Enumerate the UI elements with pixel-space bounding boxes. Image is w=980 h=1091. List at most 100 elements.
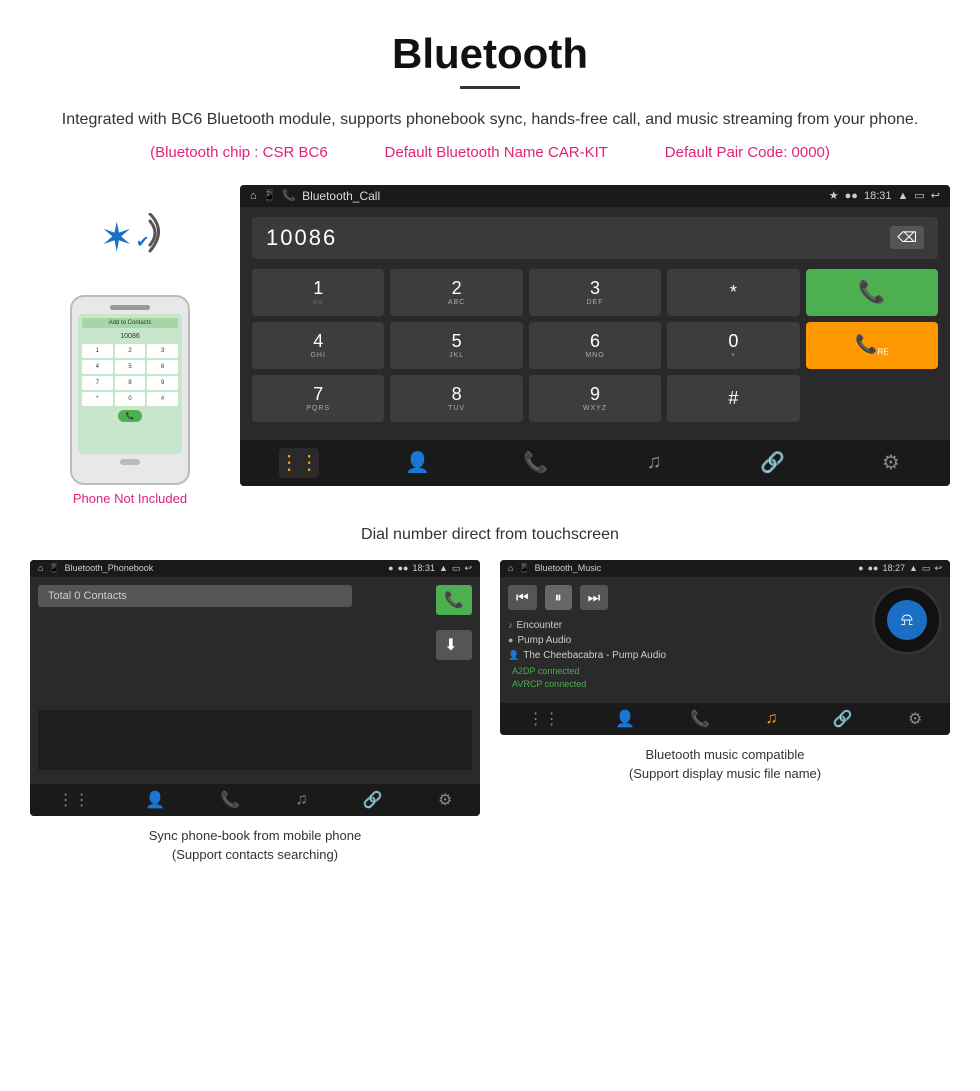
pb-nav-contacts[interactable]: 👤 bbox=[145, 790, 165, 810]
a2dp-status: A2DP connected bbox=[508, 666, 942, 676]
music-statusbar: ⌂ 📱 Bluetooth_Music ● ●● 18:27 ▲ ▭ ↩ bbox=[500, 560, 950, 577]
phone-home-button bbox=[120, 459, 140, 465]
phone-key-7: 7 bbox=[82, 376, 113, 390]
phone-dialpad: 1 2 3 4 5 6 7 8 9 * 0 # bbox=[82, 344, 178, 406]
ms-nav-call[interactable]: 📞 bbox=[690, 709, 710, 729]
bluetooth-status-icon: ★ bbox=[829, 189, 839, 202]
phone-screen: Add to Contacts 10086 1 2 3 4 5 6 7 8 9 … bbox=[78, 314, 182, 454]
key-0[interactable]: 0 + bbox=[667, 322, 799, 369]
phone-call-button: 📞 bbox=[118, 410, 143, 422]
pb-bt-icon: ● bbox=[388, 563, 393, 574]
pb-time: 18:31 bbox=[412, 563, 435, 574]
ms-nav-contacts[interactable]: 👤 bbox=[615, 709, 635, 729]
phone-key-8: 8 bbox=[115, 376, 146, 390]
phonebook-empty-area bbox=[38, 710, 472, 770]
expand-icon: ▲ bbox=[897, 190, 908, 202]
car-screen-main: ⌂ 📱 📞 Bluetooth_Call ★ ●● 18:31 ▲ ▭ ↩ 10… bbox=[240, 185, 950, 486]
nav-contacts[interactable]: 👤 bbox=[397, 448, 437, 478]
phone-key-hash: # bbox=[147, 392, 178, 406]
bluetooth-icon: ✶ bbox=[100, 215, 134, 261]
car-app-name: Bluetooth_Call bbox=[302, 189, 380, 203]
car-statusbar: ⌂ 📱 📞 Bluetooth_Call ★ ●● 18:31 ▲ ▭ ↩ bbox=[240, 185, 950, 207]
pb-nav-settings[interactable]: ⚙ bbox=[438, 790, 452, 810]
phonebook-screen: ⌂ 📱 Bluetooth_Phonebook ● ●● 18:31 ▲ ▭ ↩… bbox=[30, 560, 480, 816]
ms-nav-music[interactable]: ♫ bbox=[765, 710, 777, 728]
call-button[interactable]: 📞 bbox=[806, 269, 938, 316]
phone-key-5: 5 bbox=[115, 360, 146, 374]
track-name-3: The Cheebacabra - Pump Audio bbox=[523, 650, 666, 661]
phonebook-statusbar: ⌂ 📱 Bluetooth_Phonebook ● ●● 18:31 ▲ ▭ ↩ bbox=[30, 560, 480, 577]
phonebook-caption: Sync phone-book from mobile phone (Suppo… bbox=[149, 826, 361, 865]
pb-status-right: ● ●● 18:31 ▲ ▭ ↩ bbox=[388, 563, 472, 574]
track-icon-2: ● bbox=[508, 635, 513, 645]
key-9[interactable]: 9 WXYZ bbox=[529, 375, 661, 422]
back-icon: ↩ bbox=[931, 189, 940, 202]
phone-side: ✶ ✔ Add to Contacts 10086 1 2 3 4 bbox=[30, 185, 230, 506]
nav-music[interactable]: ♫ bbox=[634, 448, 674, 478]
ms-nav-dialpad[interactable]: ⋮⋮ bbox=[528, 709, 560, 729]
nav-call[interactable]: 📞 bbox=[516, 448, 556, 478]
keypad-grid: 1 ○○ 2 ABC 3 DEF * 📞 bbox=[252, 269, 938, 422]
phone-key-star: * bbox=[82, 392, 113, 406]
pb-nav-link[interactable]: 🔗 bbox=[363, 790, 383, 810]
key-5[interactable]: 5 JKL bbox=[390, 322, 522, 369]
nav-settings[interactable]: ⚙ bbox=[871, 448, 911, 478]
ms-bt-icon: ● bbox=[858, 563, 863, 574]
phonebook-search[interactable]: Total 0 Contacts bbox=[38, 585, 352, 607]
title-underline bbox=[460, 86, 520, 89]
track-icon-3: 👤 bbox=[508, 650, 519, 661]
key-6[interactable]: 6 MNO bbox=[529, 322, 661, 369]
signal-dots-icon: ●● bbox=[845, 190, 858, 202]
play-button[interactable]: ⏸ bbox=[545, 585, 572, 610]
main-caption: Dial number direct from touchscreen bbox=[0, 516, 980, 560]
key-4[interactable]: 4 GHI bbox=[252, 322, 384, 369]
pb-expand-icon: ▲ bbox=[439, 563, 448, 574]
recall-button[interactable]: 📞RE bbox=[806, 322, 938, 369]
backspace-button[interactable]: ⌫ bbox=[890, 226, 924, 249]
key-1[interactable]: 1 ○○ bbox=[252, 269, 384, 316]
pb-nav-call[interactable]: 📞 bbox=[220, 790, 240, 810]
svg-text:✔: ✔ bbox=[136, 234, 149, 251]
spec-chip: (Bluetooth chip : CSR BC6 bbox=[150, 144, 328, 161]
key-3[interactable]: 3 DEF bbox=[529, 269, 661, 316]
music-panel: ⌂ 📱 Bluetooth_Music ● ●● 18:27 ▲ ▭ ↩ ⏮ ⏸… bbox=[500, 560, 950, 865]
spec-code: Default Pair Code: 0000) bbox=[665, 144, 830, 161]
phonebook-panel: ⌂ 📱 Bluetooth_Phonebook ● ●● 18:31 ▲ ▭ ↩… bbox=[30, 560, 480, 865]
ms-app-name: Bluetooth_Music bbox=[535, 563, 602, 573]
bottom-panels: ⌂ 📱 Bluetooth_Phonebook ● ●● 18:31 ▲ ▭ ↩… bbox=[0, 560, 980, 885]
phonebook-download-button[interactable]: ⬇ bbox=[436, 630, 472, 660]
music-content: ⏮ ⏸ ⏭ ⍾ ♪ Encounter ● Pump Audio bbox=[500, 577, 950, 697]
phone-key-6: 6 bbox=[147, 360, 178, 374]
phone-speaker bbox=[110, 305, 150, 310]
nav-link[interactable]: 🔗 bbox=[752, 448, 792, 478]
pb-nav-dialpad[interactable]: ⋮⋮ bbox=[58, 790, 90, 810]
page-title: Bluetooth bbox=[60, 30, 920, 78]
nav-dialpad[interactable]: ⋮⋮ bbox=[279, 448, 319, 478]
prev-button[interactable]: ⏮ bbox=[508, 585, 537, 610]
track-name-2: Pump Audio bbox=[517, 635, 571, 646]
key-7[interactable]: 7 PQRS bbox=[252, 375, 384, 422]
phonebook-content: Total 0 Contacts 📞 ⬇ bbox=[30, 577, 480, 778]
pb-home-icon: ⌂ bbox=[38, 563, 43, 573]
next-button[interactable]: ⏭ bbox=[580, 585, 609, 610]
dial-number: 10086 bbox=[266, 225, 337, 251]
ms-nav-settings[interactable]: ⚙ bbox=[908, 709, 922, 729]
window-icon: ▭ bbox=[914, 189, 924, 202]
key-empty bbox=[806, 375, 938, 422]
phone-key-9: 9 bbox=[147, 376, 178, 390]
ms-signal-dots: ●● bbox=[868, 563, 879, 574]
page-specs: (Bluetooth chip : CSR BC6 Default Blueto… bbox=[60, 141, 920, 165]
ms-nav-link[interactable]: 🔗 bbox=[833, 709, 853, 729]
vinyl-disc: ⍾ bbox=[872, 585, 942, 655]
key-2[interactable]: 2 ABC bbox=[390, 269, 522, 316]
car-bottom-nav: ⋮⋮ 👤 📞 ♫ 🔗 ⚙ bbox=[240, 440, 950, 486]
track-icon-1: ♪ bbox=[508, 620, 513, 630]
pb-nav-music[interactable]: ♫ bbox=[295, 791, 307, 809]
phone-key-3: 3 bbox=[147, 344, 178, 358]
key-hash[interactable]: # bbox=[667, 375, 799, 422]
phonebook-call-button[interactable]: 📞 bbox=[436, 585, 472, 615]
key-star[interactable]: * bbox=[667, 269, 799, 316]
ms-status-right: ● ●● 18:27 ▲ ▭ ↩ bbox=[858, 563, 942, 574]
spec-name: Default Bluetooth Name CAR-KIT bbox=[385, 144, 608, 161]
key-8[interactable]: 8 TUV bbox=[390, 375, 522, 422]
